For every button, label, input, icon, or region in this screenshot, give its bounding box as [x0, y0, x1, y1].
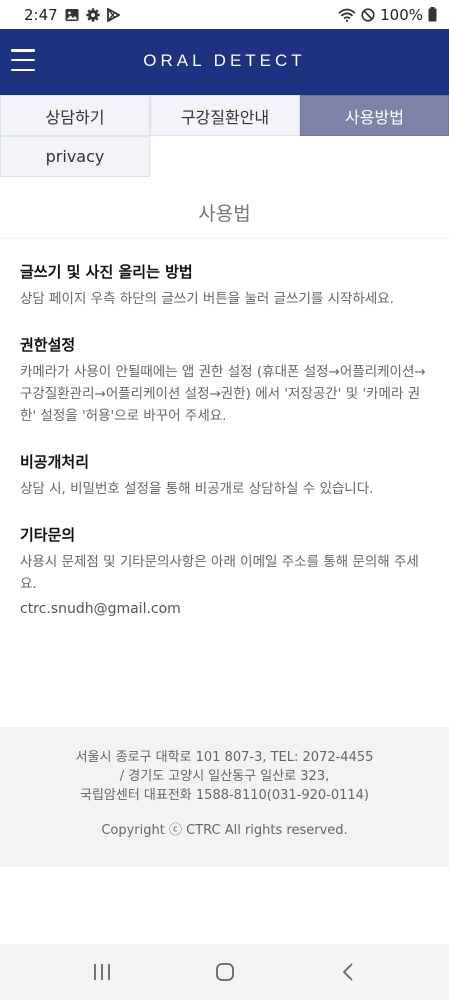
section-body: 카메라가 사용이 안될때에는 앱 권한 설정 (휴대폰 설정→어플리케이션→구강…: [20, 364, 426, 424]
section-heading: 권한설정: [20, 336, 76, 354]
contact-email-link[interactable]: ctrc.snudh@gmail.com: [20, 598, 429, 620]
section-body: 사용시 문제점 및 기타문의사항은 아래 이메일 주소를 통해 문의해 주세요.: [20, 554, 419, 592]
recent-apps-icon[interactable]: [82, 952, 122, 992]
tab-oral-disease-info[interactable]: 구강질환안내: [150, 95, 300, 136]
page-title: 사용법: [0, 177, 449, 239]
section-body: 상담 시, 비밀번호 설정을 통해 비공개로 상담하실 수 있습니다.: [20, 481, 374, 497]
status-time: 2:47: [24, 5, 58, 24]
gear-icon: [85, 7, 100, 22]
app-title: ORAL DETECT: [143, 51, 306, 70]
tab-how-to-use[interactable]: 사용방법: [300, 95, 449, 136]
wifi-icon: [338, 8, 356, 22]
back-icon[interactable]: [328, 952, 368, 992]
status-left: 2:47: [24, 6, 120, 24]
footer-address-line-1: 서울시 종로구 대학로 101 807-3, TEL: 2072-4455: [75, 750, 374, 765]
main-content: 사용법 글쓰기 및 사진 올리는 방법 상담 페이지 우측 하단의 글쓰기 버튼…: [0, 177, 449, 644]
section-heading: 기타문의: [20, 526, 76, 544]
home-icon[interactable]: [205, 952, 245, 992]
usage-sections: 글쓰기 및 사진 올리는 방법 상담 페이지 우측 하단의 글쓰기 버튼을 눌러…: [0, 239, 449, 620]
section-writing-and-photos: 글쓰기 및 사진 올리는 방법 상담 페이지 우측 하단의 글쓰기 버튼을 눌러…: [20, 261, 429, 310]
system-nav-bar: [0, 944, 449, 1000]
section-heading: 비공개처리: [20, 453, 90, 471]
app-header: ORAL DETECT: [0, 29, 449, 95]
gallery-icon: [65, 8, 79, 22]
do-not-disturb-icon: [361, 7, 375, 22]
section-heading: 글쓰기 및 사진 올리는 방법: [20, 263, 193, 281]
section-private-mode: 비공개처리 상담 시, 비밀번호 설정을 통해 비공개로 상담하실 수 있습니다…: [20, 451, 429, 500]
tab-privacy[interactable]: privacy: [0, 136, 150, 177]
screen: 2:47 100% ORAL DETECT 상담하기 구강질환안내 사용방법 p…: [0, 0, 449, 1000]
footer: 서울시 종로구 대학로 101 807-3, TEL: 2072-4455 / …: [0, 727, 449, 867]
status-right: 100%: [338, 6, 437, 24]
play-store-icon: [106, 7, 120, 22]
section-other-inquiries: 기타문의 사용시 문제점 및 기타문의사항은 아래 이메일 주소를 통해 문의해…: [20, 524, 429, 620]
tab-consultation[interactable]: 상담하기: [0, 95, 150, 136]
section-permissions: 권한설정 카메라가 사용이 안될때에는 앱 권한 설정 (휴대폰 설정→어플리케…: [20, 334, 429, 427]
battery-level: 100%: [380, 5, 423, 24]
status-bar: 2:47 100%: [0, 0, 449, 29]
section-body: 상담 페이지 우측 하단의 글쓰기 버튼을 눌러 글쓰기를 시작하세요.: [20, 291, 394, 307]
battery-icon: [428, 7, 437, 22]
tab-bar: 상담하기 구강질환안내 사용방법 privacy: [0, 95, 449, 177]
footer-address-line-3: 국립암센터 대표전화 1588-8110(031-920-0114): [80, 788, 369, 803]
footer-address-line-2: / 경기도 고양시 일산동구 일산로 323,: [119, 769, 330, 784]
footer-copyright: Copyright ⓒ CTRC All rights reserved.: [101, 823, 348, 838]
